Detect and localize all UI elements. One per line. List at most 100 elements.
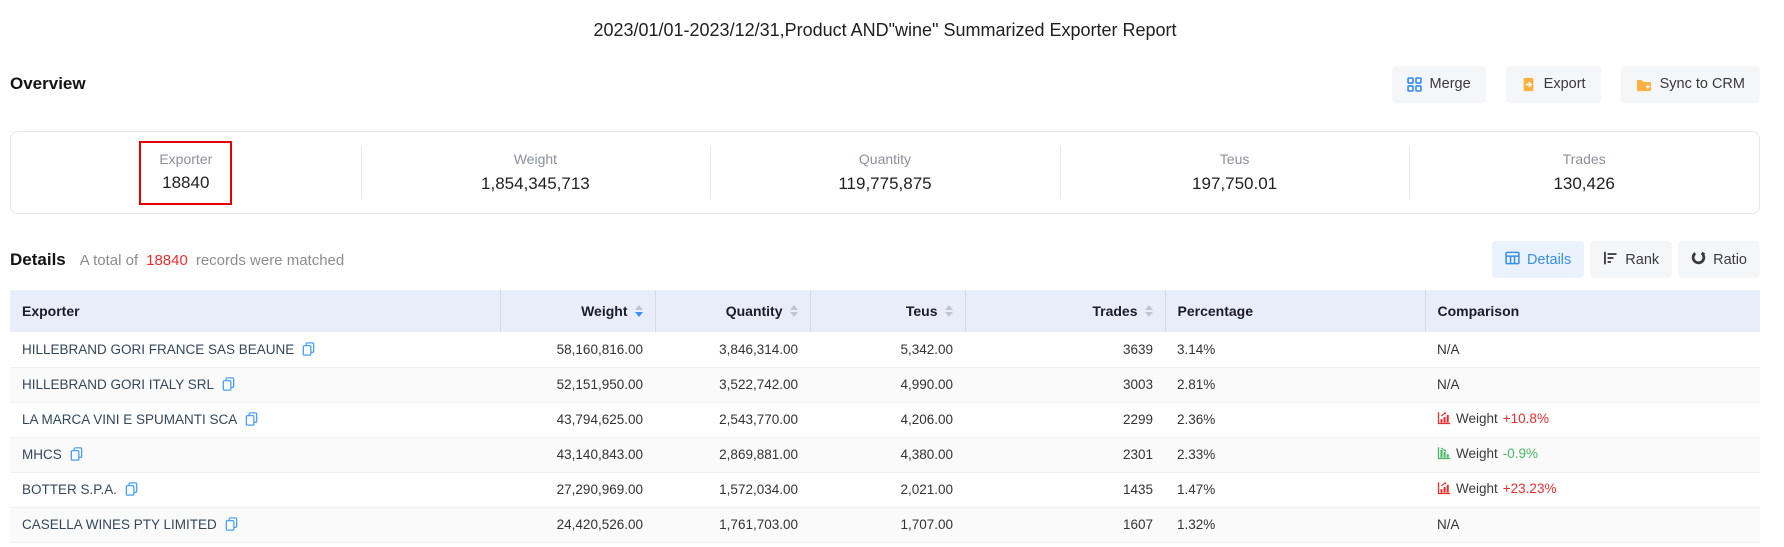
comparison-cell: Weight -0.9% [1425,437,1760,472]
exporter-name[interactable]: CASELLA WINES PTY LIMITED [22,517,217,532]
column-header-exporter: Exporter [10,290,500,332]
details-header-row: Details A total of18840records were matc… [10,241,1760,278]
sync-folder-icon [1636,77,1652,92]
table-grid-icon [1505,251,1520,269]
stat-weight: Weight 1,854,345,713 [361,132,711,213]
details-view-button[interactable]: Details [1492,241,1584,278]
exporter-name[interactable]: MHCS [22,447,62,462]
trend-down-icon [1437,446,1451,460]
percentage-cell: 1.32% [1165,507,1425,542]
column-header-trades[interactable]: Trades [965,290,1165,332]
table-row: HILLEBRAND GORI ITALY SRL 52,151,950.00 … [10,367,1760,402]
comparison-cell: N/A [1425,332,1760,367]
stat-teus: Teus 197,750.01 [1060,132,1410,213]
exporter-cell: LA MARCA VINI E SPUMANTI SCA [10,402,500,437]
export-icon [1521,77,1536,92]
comparison-na: N/A [1437,517,1460,532]
exporter-cell: HILLEBRAND GORI FRANCE SAS BEAUNE [10,332,500,367]
sort-carets-icon [945,305,953,317]
column-header-weight[interactable]: Weight [500,290,655,332]
exporter-name[interactable]: LA MARCA VINI E SPUMANTI SCA [22,412,237,427]
copy-icon[interactable] [302,342,315,356]
exporter-cell: HILLEBRAND GORI ITALY SRL [10,367,500,402]
stat-label: Weight [514,151,557,167]
comparison-cell: Weight +10.8% [1425,402,1760,437]
rank-view-button[interactable]: Rank [1590,241,1672,278]
bar-rank-icon [1603,251,1618,269]
exporter-cell: MHCS [10,437,500,472]
weight-cell: 27,290,969.00 [500,472,655,507]
export-button[interactable]: Export [1506,66,1601,103]
stat-value: 197,750.01 [1192,174,1277,194]
merge-button[interactable]: Merge [1392,66,1486,103]
comparison-na: N/A [1437,377,1460,392]
copy-icon[interactable] [225,517,238,531]
quantity-cell: 2,869,881.00 [655,437,810,472]
percentage-cell: 3.14% [1165,332,1425,367]
comparison-badge: Weight +23.23% [1437,481,1556,496]
exporter-name[interactable]: HILLEBRAND GORI ITALY SRL [22,377,214,392]
table-row: HILLEBRAND GORI FRANCE SAS BEAUNE 58,160… [10,332,1760,367]
table-row: BOTTER S.P.A. 27,290,969.00 1,572,034.00… [10,472,1760,507]
export-label: Export [1544,76,1586,92]
teus-cell: 4,206.00 [810,402,965,437]
stat-value: 18840 [159,173,212,193]
copy-icon[interactable] [245,412,258,426]
copy-icon[interactable] [125,482,138,496]
comparison-cell: N/A [1425,367,1760,402]
column-header-quantity[interactable]: Quantity [655,290,810,332]
weight-cell: 52,151,950.00 [500,367,655,402]
comparison-delta: +23.23% [1503,481,1557,496]
trend-up-icon [1437,411,1451,425]
quantity-cell: 1,761,703.00 [655,507,810,542]
column-header-percentage: Percentage [1165,290,1425,332]
rank-view-label: Rank [1625,252,1659,268]
records-summary: A total of18840records were matched [80,252,345,269]
percentage-cell: 2.81% [1165,367,1425,402]
exporter-table: Exporter Weight Quantity Teus Trades Per… [10,290,1760,543]
trades-cell: 3003 [965,367,1165,402]
table-row: MHCS 43,140,843.00 2,869,881.00 4,380.00… [10,437,1760,472]
teus-cell: 5,342.00 [810,332,965,367]
toolbar: Merge Export Sync to CRM [1392,66,1760,103]
overview-card: Exporter 18840 Weight 1,854,345,713 Quan… [10,131,1760,214]
page-title: 2023/01/01-2023/12/31,Product AND"wine" … [10,0,1760,41]
trend-up-icon [1437,481,1451,495]
teus-cell: 2,021.00 [810,472,965,507]
sync-to-crm-button[interactable]: Sync to CRM [1621,66,1760,103]
percentage-cell: 2.36% [1165,402,1425,437]
column-header-teus[interactable]: Teus [810,290,965,332]
percentage-cell: 2.33% [1165,437,1425,472]
page: 2023/01/01-2023/12/31,Product AND"wine" … [10,0,1760,543]
exporter-highlight-box: Exporter 18840 [139,141,232,205]
overview-header-row: Overview Merge Export [10,65,1760,103]
comparison-metric-label: Weight [1456,411,1498,426]
details-view-label: Details [1527,252,1571,268]
stat-label: Quantity [859,151,911,167]
stat-trades: Trades 130,426 [1409,132,1759,213]
copy-icon[interactable] [222,377,235,391]
exporter-name[interactable]: BOTTER S.P.A. [22,482,117,497]
copy-icon[interactable] [70,447,83,461]
stat-exporter: Exporter 18840 [11,132,361,213]
comparison-metric-label: Weight [1456,446,1498,461]
view-switch: Details Rank Ratio [1492,241,1760,278]
ratio-view-button[interactable]: Ratio [1678,241,1760,278]
table-header-row: Exporter Weight Quantity Teus Trades Per… [10,290,1760,332]
comparison-badge: Weight -0.9% [1437,446,1538,461]
trades-cell: 2299 [965,402,1165,437]
quantity-cell: 1,572,034.00 [655,472,810,507]
trades-cell: 3639 [965,332,1165,367]
comparison-cell: N/A [1425,507,1760,542]
exporter-cell: CASELLA WINES PTY LIMITED [10,507,500,542]
comparison-metric-label: Weight [1456,481,1498,496]
table-body: HILLEBRAND GORI FRANCE SAS BEAUNE 58,160… [10,332,1760,542]
teus-cell: 1,707.00 [810,507,965,542]
table-row: LA MARCA VINI E SPUMANTI SCA 43,794,625.… [10,402,1760,437]
weight-cell: 43,140,843.00 [500,437,655,472]
teus-cell: 4,380.00 [810,437,965,472]
exporter-name[interactable]: HILLEBRAND GORI FRANCE SAS BEAUNE [22,342,294,357]
sort-carets-icon [790,305,798,317]
overview-heading: Overview [10,74,86,94]
trades-cell: 1607 [965,507,1165,542]
